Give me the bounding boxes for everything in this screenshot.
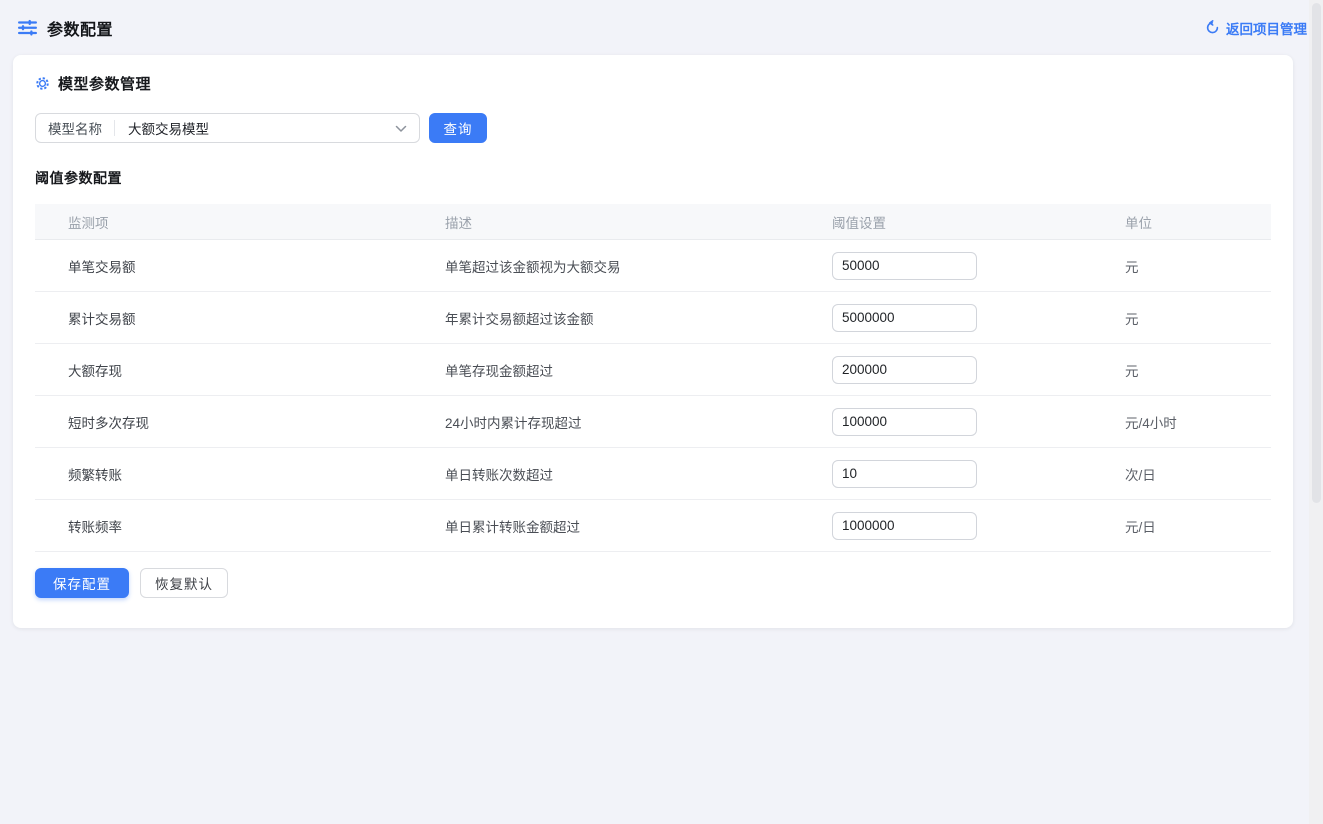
table-row: 频繁转账 单日转账次数超过 次/日 xyxy=(35,448,1271,500)
back-link-label: 返回项目管理 xyxy=(1226,18,1307,38)
card-title: 模型参数管理 xyxy=(58,73,151,94)
model-parameter-card: 模型参数管理 模型名称 大额交易模型 查询 阈值参数配置 监测项 描述 阈值设置… xyxy=(13,55,1293,628)
threshold-input[interactable] xyxy=(832,460,977,488)
unit-label: 元 xyxy=(1092,360,1271,380)
monitor-item-description: 单日累计转账金额超过 xyxy=(412,516,799,536)
monitor-item-label: 累计交易额 xyxy=(35,308,412,328)
action-buttons: 保存配置 恢复默认 xyxy=(35,568,1271,598)
unit-label: 元 xyxy=(1092,308,1271,328)
monitor-item-label: 转账频率 xyxy=(35,516,412,536)
page-title: 参数配置 xyxy=(47,16,113,40)
scrollbar-track[interactable] xyxy=(1309,0,1323,824)
table-row: 转账频率 单日累计转账金额超过 元/日 xyxy=(35,500,1271,552)
unit-label: 次/日 xyxy=(1092,464,1271,484)
col-header-item: 监测项 xyxy=(35,212,412,232)
model-name-select[interactable]: 模型名称 大额交易模型 xyxy=(35,113,420,143)
back-to-project-link[interactable]: 返回项目管理 xyxy=(1205,18,1307,38)
monitor-item-description: 24小时内累计存现超过 xyxy=(412,412,799,432)
monitor-item-label: 单笔交易额 xyxy=(35,256,412,276)
table-body: 单笔交易额 单笔超过该金额视为大额交易 元 累计交易额 年累计交易额超过该金额 … xyxy=(35,240,1271,552)
table-row: 大额存现 单笔存现金额超过 元 xyxy=(35,344,1271,396)
threshold-input[interactable] xyxy=(832,252,977,280)
select-value: 大额交易模型 xyxy=(115,118,209,138)
threshold-input[interactable] xyxy=(832,512,977,540)
restore-default-button[interactable]: 恢复默认 xyxy=(140,568,228,598)
filter-row: 模型名称 大额交易模型 查询 xyxy=(35,113,1271,143)
monitor-item-description: 单日转账次数超过 xyxy=(412,464,799,484)
table-row: 单笔交易额 单笔超过该金额视为大额交易 元 xyxy=(35,240,1271,292)
chevron-down-icon xyxy=(395,125,407,133)
col-header-threshold: 阈值设置 xyxy=(799,212,1092,232)
col-header-unit: 单位 xyxy=(1092,212,1271,232)
monitor-item-label: 频繁转账 xyxy=(35,464,412,484)
gear-icon xyxy=(35,76,50,91)
threshold-input[interactable] xyxy=(832,356,977,384)
query-button[interactable]: 查询 xyxy=(429,113,487,143)
monitor-item-description: 单笔超过该金额视为大额交易 xyxy=(412,256,799,276)
save-config-button[interactable]: 保存配置 xyxy=(35,568,129,598)
unit-label: 元/4小时 xyxy=(1092,412,1271,432)
card-header: 模型参数管理 xyxy=(35,73,1271,94)
table-row: 短时多次存现 24小时内累计存现超过 元/4小时 xyxy=(35,396,1271,448)
scrollbar-thumb[interactable] xyxy=(1312,3,1321,503)
threshold-table: 监测项 描述 阈值设置 单位 单笔交易额 单笔超过该金额视为大额交易 元 累计交… xyxy=(35,204,1271,552)
undo-arrow-icon xyxy=(1205,20,1220,35)
table-header-row: 监测项 描述 阈值设置 单位 xyxy=(35,204,1271,240)
threshold-input[interactable] xyxy=(832,304,977,332)
monitor-item-description: 单笔存现金额超过 xyxy=(412,360,799,380)
unit-label: 元 xyxy=(1092,256,1271,276)
table-row: 累计交易额 年累计交易额超过该金额 元 xyxy=(35,292,1271,344)
select-label: 模型名称 xyxy=(36,118,114,138)
monitor-item-description: 年累计交易额超过该金额 xyxy=(412,308,799,328)
threshold-input[interactable] xyxy=(832,408,977,436)
monitor-item-label: 大额存现 xyxy=(35,360,412,380)
monitor-item-label: 短时多次存现 xyxy=(35,412,412,432)
col-header-desc: 描述 xyxy=(412,212,799,232)
unit-label: 元/日 xyxy=(1092,516,1271,536)
sliders-icon xyxy=(17,17,38,38)
top-bar: 参数配置 返回项目管理 xyxy=(0,0,1323,55)
section-title: 阈值参数配置 xyxy=(35,168,1271,188)
